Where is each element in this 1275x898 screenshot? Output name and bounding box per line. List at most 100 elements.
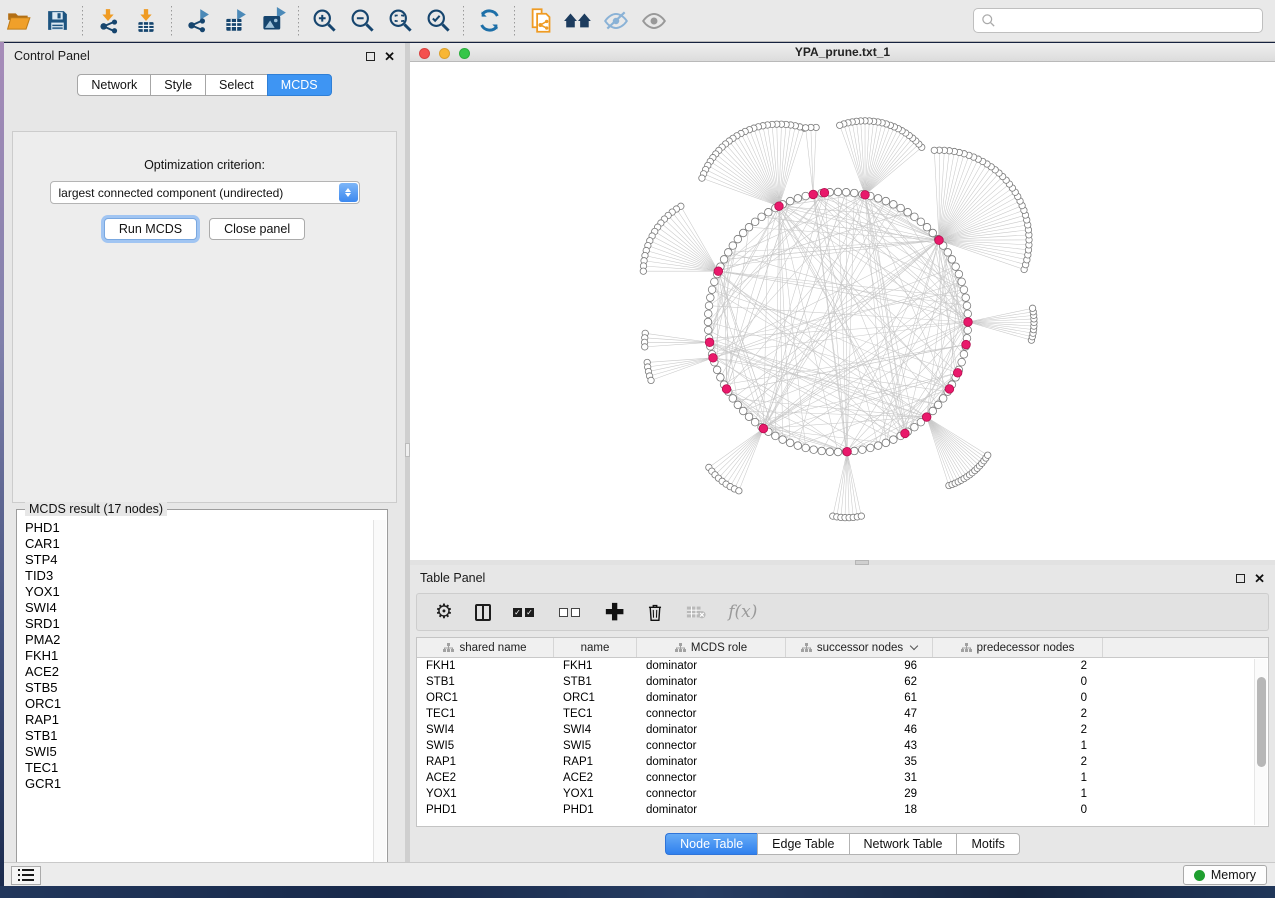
network-node[interactable] [944, 249, 952, 257]
network-hub-node[interactable] [945, 385, 954, 394]
network-node[interactable] [960, 351, 968, 359]
network-node[interactable] [834, 448, 842, 456]
column-header-MCDS-role[interactable]: MCDS role [637, 638, 786, 657]
export-image-button[interactable] [254, 4, 292, 38]
zoom-fit-button[interactable] [381, 4, 419, 38]
mcds-result-item[interactable]: CAR1 [19, 536, 372, 552]
column-header-predecessor-nodes[interactable]: predecessor nodes [933, 638, 1103, 657]
network-node[interactable] [708, 286, 716, 294]
export-network-button[interactable] [178, 4, 216, 38]
close-panel-button[interactable]: Close panel [209, 218, 305, 240]
network-hub-node[interactable] [843, 447, 852, 456]
table-row[interactable]: TEC1TEC1connector472 [417, 706, 1268, 722]
table-scrollbar-thumb[interactable] [1257, 677, 1266, 767]
network-hub-node[interactable] [714, 267, 723, 276]
table-row[interactable]: SWI5SWI5connector431 [417, 738, 1268, 754]
table-row[interactable]: SWI4SWI4dominator462 [417, 722, 1268, 738]
network-satellite-node[interactable] [640, 268, 646, 274]
network-node[interactable] [707, 294, 715, 302]
network-satellite-node[interactable] [736, 488, 742, 494]
mcds-result-item[interactable]: TID3 [19, 568, 372, 584]
table-row[interactable]: ORC1ORC1dominator610 [417, 690, 1268, 706]
mcds-result-item[interactable]: SWI5 [19, 744, 372, 760]
import-table-button[interactable] [127, 4, 165, 38]
run-mcds-button[interactable]: Run MCDS [104, 218, 197, 240]
table-row[interactable]: YOX1YOX1connector291 [417, 786, 1268, 802]
tab-mcds[interactable]: MCDS [267, 74, 332, 96]
memory-button[interactable]: Memory [1183, 865, 1267, 885]
network-node[interactable] [867, 444, 875, 452]
network-satellite-node[interactable] [648, 377, 654, 383]
network-node[interactable] [734, 401, 742, 409]
network-node[interactable] [923, 223, 931, 231]
column-header-shared-name[interactable]: shared name [417, 638, 554, 657]
network-node[interactable] [964, 326, 972, 334]
network-node[interactable] [734, 235, 742, 243]
show-all-button[interactable] [635, 4, 673, 38]
network-satellite-node[interactable] [985, 452, 991, 458]
network-node[interactable] [705, 302, 713, 310]
network-node[interactable] [911, 213, 919, 221]
network-node[interactable] [739, 407, 747, 415]
add-icon[interactable]: ✚ [605, 602, 624, 622]
mcds-result-item[interactable]: TEC1 [19, 760, 372, 776]
network-node[interactable] [960, 286, 968, 294]
float-panel-icon[interactable] [366, 52, 375, 61]
network-hub-node[interactable] [809, 190, 818, 199]
network-hub-node[interactable] [705, 338, 714, 347]
refresh-layout-button[interactable] [470, 4, 508, 38]
network-node[interactable] [786, 439, 794, 447]
network-node[interactable] [720, 256, 728, 264]
network-satellite-node[interactable] [858, 513, 864, 519]
network-node[interactable] [729, 395, 737, 403]
table-row[interactable]: RAP1RAP1dominator352 [417, 754, 1268, 770]
result-list-scrollbar[interactable] [373, 520, 386, 877]
network-node[interactable] [890, 436, 898, 444]
import-network-button[interactable] [89, 4, 127, 38]
network-canvas[interactable] [410, 62, 1275, 561]
zoom-selected-button[interactable] [419, 4, 457, 38]
deselect-all-icon[interactable] [559, 608, 583, 617]
gear-icon[interactable]: ⚙ [435, 603, 453, 621]
mcds-result-item[interactable]: PHD1 [19, 520, 372, 536]
network-node[interactable] [952, 263, 960, 271]
minimize-traffic-light[interactable] [439, 48, 450, 59]
tab-edge-table[interactable]: Edge Table [757, 833, 848, 855]
network-node[interactable] [704, 310, 712, 318]
criterion-dropdown[interactable]: largest connected component (undirected) [50, 181, 360, 204]
mcds-result-item[interactable]: ACE2 [19, 664, 372, 680]
table-row[interactable]: FKH1FKH1dominator962 [417, 658, 1268, 674]
network-node[interactable] [751, 418, 759, 426]
network-node[interactable] [758, 213, 766, 221]
tab-style[interactable]: Style [150, 74, 205, 96]
network-node[interactable] [958, 278, 966, 286]
mcds-result-item[interactable]: SWI4 [19, 600, 372, 616]
table-row[interactable]: ACE2ACE2connector311 [417, 770, 1268, 786]
network-node[interactable] [802, 192, 810, 200]
column-header-successor-nodes[interactable]: successor nodes [786, 638, 933, 657]
network-node[interactable] [724, 249, 732, 257]
network-satellite-node[interactable] [931, 147, 937, 153]
network-node[interactable] [704, 326, 712, 334]
network-node[interactable] [882, 439, 890, 447]
network-node[interactable] [934, 401, 942, 409]
zoom-out-button[interactable] [343, 4, 381, 38]
home-button[interactable] [559, 4, 597, 38]
network-node[interactable] [834, 188, 842, 196]
network-node[interactable] [964, 310, 972, 318]
mcds-result-item[interactable]: ORC1 [19, 696, 372, 712]
delete-icon[interactable] [646, 603, 664, 622]
network-node[interactable] [765, 208, 773, 216]
network-hub-node[interactable] [722, 385, 731, 394]
close-traffic-light[interactable] [419, 48, 430, 59]
network-satellite-node[interactable] [837, 122, 843, 128]
float-panel-icon[interactable] [1236, 574, 1245, 583]
network-node[interactable] [874, 195, 882, 203]
close-panel-icon[interactable]: ✕ [384, 52, 395, 61]
network-hub-node[interactable] [962, 340, 971, 349]
network-node[interactable] [850, 189, 858, 197]
search-field[interactable] [973, 8, 1263, 33]
network-node[interactable] [739, 229, 747, 237]
network-hub-node[interactable] [901, 429, 910, 438]
network-hub-node[interactable] [922, 413, 931, 422]
